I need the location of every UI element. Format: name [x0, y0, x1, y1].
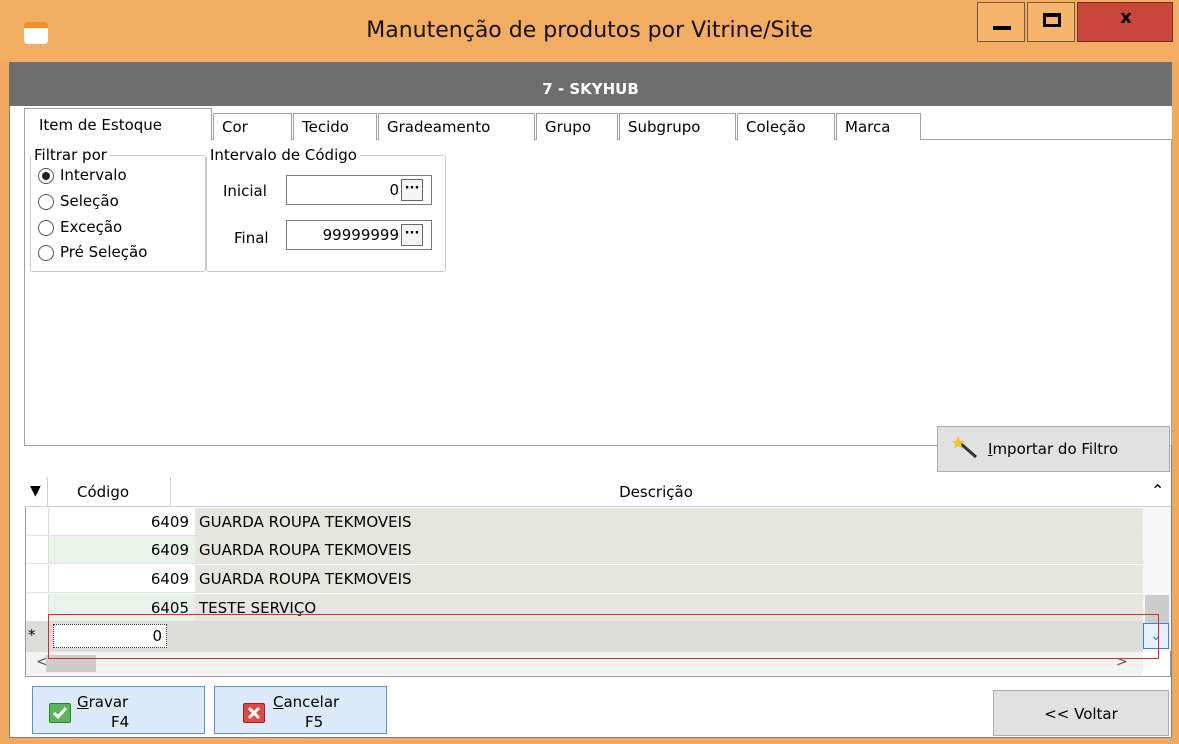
save-button[interactable]: Gravar F4 [32, 686, 205, 734]
import-label: mportar do Filtro [992, 440, 1119, 458]
save-label-rest: ravar [88, 693, 129, 711]
initial-label: Inicial [223, 182, 267, 200]
final-ellipsis-button[interactable]: ··· [401, 224, 423, 246]
radio-icon[interactable] [38, 194, 54, 210]
cell-description[interactable]: GUARDA ROUPA TEKMOVEIS [195, 536, 1143, 563]
radio-label: Pré Seleção [60, 243, 148, 261]
back-button[interactable]: << Voltar [993, 690, 1169, 736]
radio-label: Seleção [60, 192, 119, 210]
cell-description[interactable]: GUARDA ROUPA TEKMOVEIS [195, 565, 1143, 592]
interval-group: Intervalo de Código [206, 146, 446, 272]
final-label: Final [234, 229, 269, 247]
table-row[interactable]: 6409 GUARDA ROUPA TEKMOVEIS [26, 508, 1143, 536]
cancel-underlined-letter: C [273, 693, 284, 711]
cell-code[interactable]: 6409 [49, 508, 195, 535]
radio-label: Exceção [60, 218, 123, 236]
tab-grupo[interactable]: Grupo [536, 113, 618, 141]
x-icon [243, 703, 265, 723]
save-shortcut: F4 [111, 713, 130, 731]
table-row[interactable]: 6409 GUARDA ROUPA TEKMOVEIS [26, 565, 1143, 593]
close-icon: x [1120, 7, 1132, 28]
table-row[interactable]: 6409 GUARDA ROUPA TEKMOVEIS [26, 536, 1143, 564]
interval-group-legend: Intervalo de Código [210, 146, 357, 164]
save-label: Gravar [77, 693, 128, 711]
import-from-filter-button[interactable]: Importar do Filtro [937, 426, 1170, 472]
column-header-descricao[interactable]: Descrição [171, 483, 1141, 501]
selection-highlight [48, 614, 1159, 659]
cell-description[interactable]: GUARDA ROUPA TEKMOVEIS [195, 508, 1143, 535]
cancel-label-rest: ancelar [283, 693, 340, 711]
cell-code[interactable]: 6409 [49, 565, 195, 592]
scroll-up-icon[interactable]: ⌃ [1151, 481, 1164, 500]
row-indicator[interactable] [26, 565, 49, 592]
check-icon [49, 703, 71, 723]
maximize-icon [1043, 13, 1061, 27]
tab-marca[interactable]: Marca [836, 113, 921, 141]
close-button[interactable]: x [1077, 2, 1173, 42]
initial-ellipsis-button[interactable]: ··· [401, 179, 423, 201]
cancel-button[interactable]: Cancelar F5 [214, 686, 387, 734]
tab-cor[interactable]: Cor [213, 113, 292, 141]
column-chooser-icon[interactable]: ▼ [30, 483, 41, 499]
tab-subgrupo[interactable]: Subgrupo [619, 113, 736, 141]
cancel-label: Cancelar [273, 693, 339, 711]
header-divider [47, 477, 48, 506]
new-row-marker: * [28, 626, 36, 644]
radio-label: Intervalo [60, 166, 127, 184]
store-header: 7 - SKYHUB [9, 62, 1172, 106]
save-underlined-letter: G [77, 693, 89, 711]
tab-gradeamento[interactable]: Gradeamento [378, 113, 535, 141]
row-indicator[interactable] [26, 536, 49, 563]
cancel-shortcut: F5 [305, 713, 324, 731]
column-header-codigo[interactable]: Código [77, 483, 129, 501]
minimize-button[interactable] [977, 2, 1025, 42]
radio-selected-icon[interactable] [38, 168, 54, 184]
cell-code[interactable]: 6409 [49, 536, 195, 563]
tab-tecido[interactable]: Tecido [293, 113, 377, 141]
radio-icon[interactable] [38, 245, 54, 261]
tab-colecao[interactable]: Coleção [737, 113, 835, 141]
grid-header: ▼ Código Descrição ⌃ [25, 477, 1171, 507]
maximize-button[interactable] [1027, 2, 1075, 42]
row-indicator[interactable] [26, 508, 49, 535]
tab-item-de-estoque[interactable]: Item de Estoque [24, 108, 212, 142]
filter-group-legend: Filtrar por [34, 146, 107, 164]
minimize-icon [993, 26, 1011, 30]
radio-icon[interactable] [38, 220, 54, 236]
row-indicator[interactable] [26, 594, 49, 621]
magic-wand-icon [952, 435, 982, 463]
